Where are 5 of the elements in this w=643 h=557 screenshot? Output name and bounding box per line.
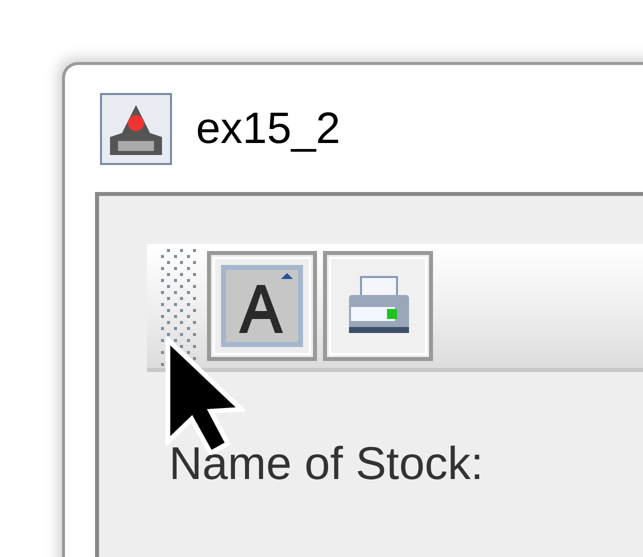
font-button[interactable] — [207, 251, 317, 361]
stock-name-label: Name of Stock: — [169, 436, 484, 490]
print-button[interactable] — [323, 251, 433, 361]
app-icon — [100, 93, 172, 165]
window-title: ex15_2 — [196, 104, 340, 154]
